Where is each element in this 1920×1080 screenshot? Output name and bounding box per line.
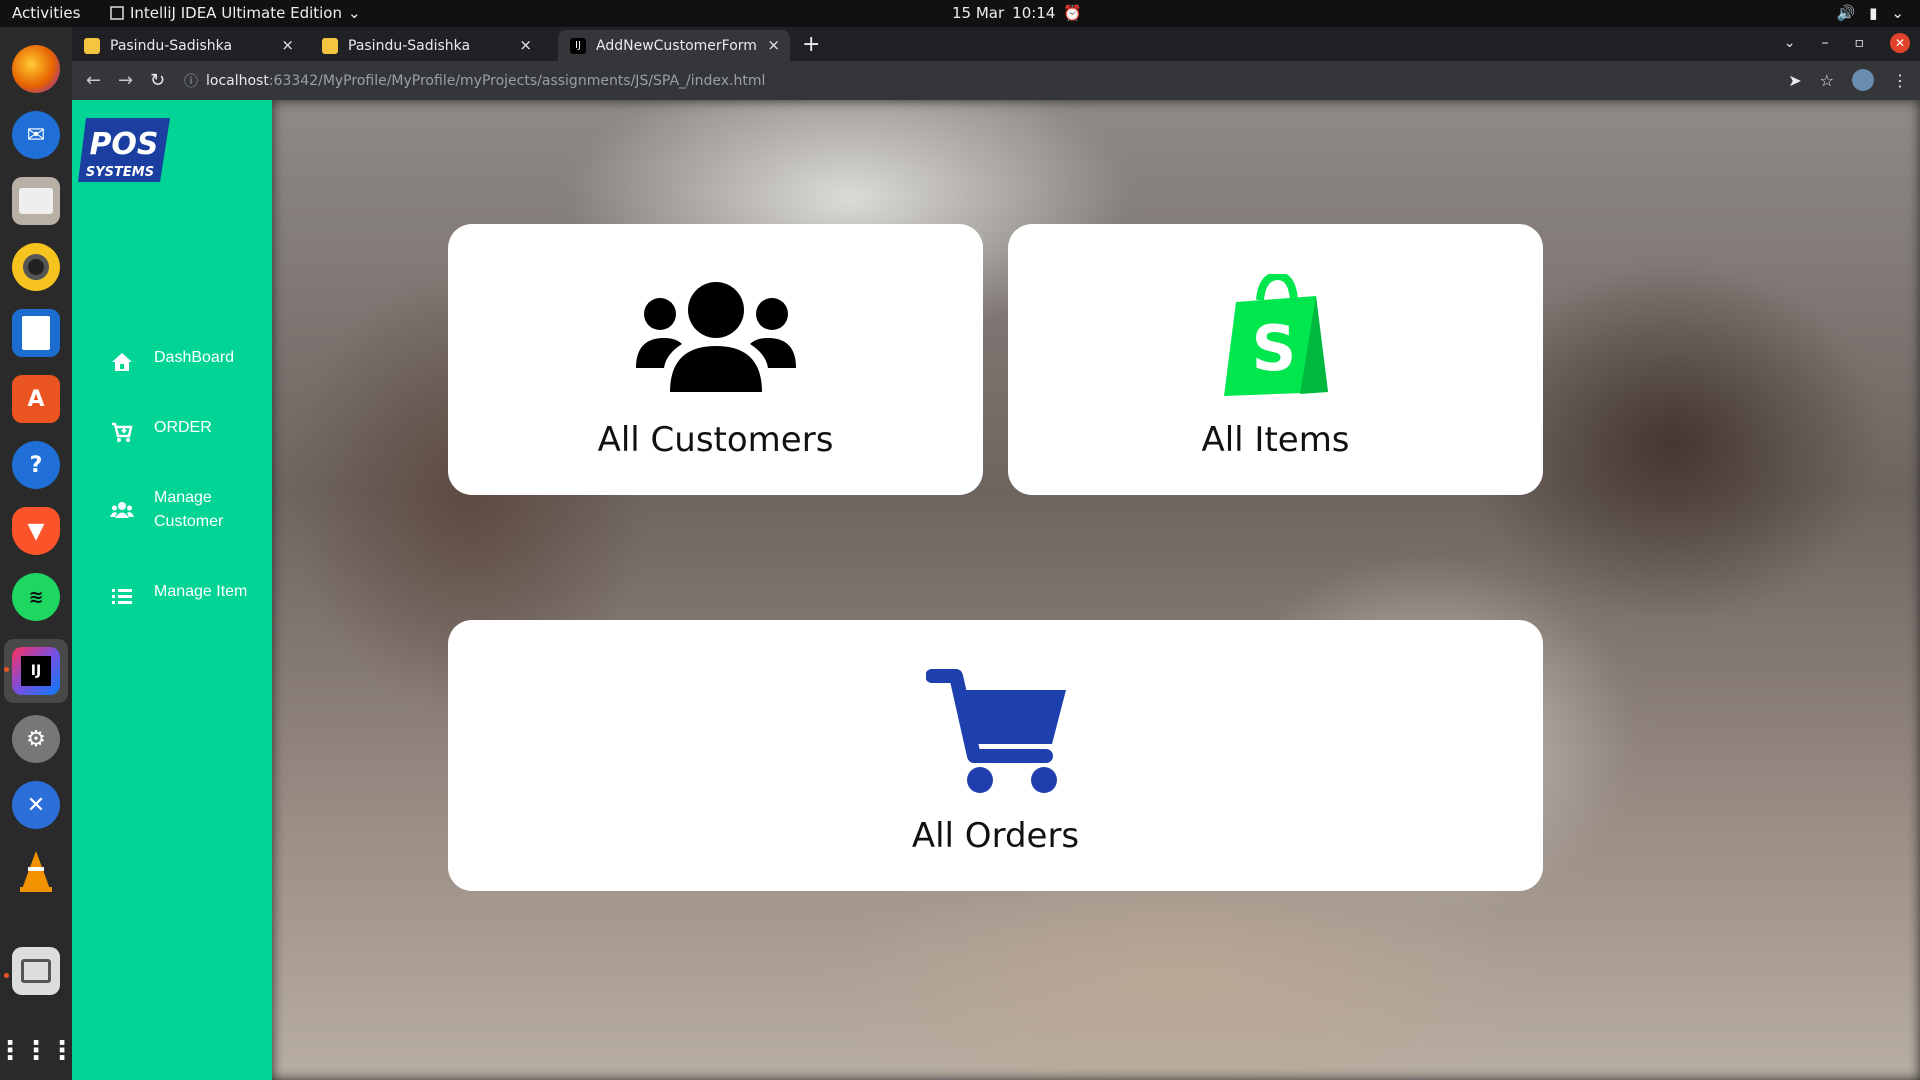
browser-toolbar: ← → ↻ ⓘ localhost :63342/MyProfile/MyPro…	[72, 61, 1920, 100]
settings-gear-icon[interactable]: ⚙	[12, 715, 60, 763]
label-line: Manage	[154, 489, 212, 506]
app-name: IntelliJ IDEA Ultimate Edition	[130, 4, 342, 22]
browser-tab-active[interactable]: IJ AddNewCustomerForm ×	[558, 30, 790, 61]
svg-text:SYSTEMS: SYSTEMS	[86, 165, 154, 180]
time: 10:14	[1012, 4, 1056, 22]
users-icon	[110, 502, 134, 518]
all-items-card[interactable]: S All Items	[1008, 224, 1543, 495]
intellij-icon[interactable]: IJ	[12, 647, 60, 695]
battery-icon: ▮	[1869, 4, 1878, 22]
rhythmbox-icon[interactable]	[12, 243, 60, 291]
sidebar: POS SYSTEMS DashBoard ORDER Manage Custo…	[72, 100, 272, 1080]
sidebar-item-label: DashBoard	[154, 349, 235, 366]
back-arrow-icon[interactable]: ←	[86, 70, 101, 91]
running-indicator	[4, 973, 9, 978]
svg-text:S: S	[1252, 312, 1297, 385]
cart-plus-icon	[112, 422, 133, 442]
browser-tab[interactable]: Pasindu-Sadishka ×	[72, 30, 304, 61]
url-path: :63342/MyProfile/MyProfile/myProjects/as…	[268, 72, 766, 89]
tab-title: Pasindu-Sadishka	[110, 37, 233, 54]
sidebar-item-label: Manage Customer	[154, 486, 223, 534]
github-avatar-icon	[84, 37, 100, 54]
bookmark-star-icon[interactable]: ☆	[1820, 71, 1834, 90]
chevron-down-icon: ⌄	[348, 4, 361, 22]
dock: ✉ A ? ▼ ≋ IJ ⚙ ✕ ⋮⋮⋮	[0, 27, 75, 1080]
close-icon[interactable]: ×	[281, 36, 294, 54]
card-title: All Orders	[911, 816, 1080, 856]
sidebar-item-manage-customer[interactable]: Manage Customer	[110, 486, 223, 534]
forward-arrow-icon[interactable]: →	[118, 70, 133, 91]
firefox-icon[interactable]	[12, 45, 60, 93]
sidebar-item-dashboard[interactable]: DashBoard	[110, 346, 234, 374]
web-page: POS SYSTEMS DashBoard ORDER Manage Custo…	[72, 100, 1920, 1080]
browser-chrome: Pasindu-Sadishka × Pasindu-Sadishka × IJ…	[72, 27, 1920, 100]
app-menu[interactable]: IntelliJ IDEA Ultimate Edition ⌄	[110, 4, 361, 22]
vlc-icon[interactable]	[12, 847, 60, 895]
info-icon[interactable]: ⓘ	[184, 71, 198, 91]
alarm-icon: ⏰	[1063, 4, 1083, 22]
maximize-button[interactable]: ▫	[1855, 35, 1865, 51]
new-tab-button[interactable]: +	[802, 32, 820, 57]
url-host: localhost	[206, 72, 269, 89]
card-title: All Items	[1201, 420, 1350, 460]
files-icon[interactable]	[12, 177, 60, 225]
thunderbird-icon[interactable]: ✉	[12, 111, 60, 159]
spotify-icon[interactable]: ≋	[12, 573, 60, 621]
github-avatar-icon	[322, 37, 338, 54]
all-customers-card[interactable]: All Customers	[448, 224, 983, 495]
brave-icon[interactable]: ▼	[12, 507, 60, 555]
close-window-button[interactable]: ✕	[1890, 33, 1910, 53]
tab-strip: Pasindu-Sadishka × Pasindu-Sadishka × IJ…	[72, 27, 1920, 61]
show-apps-grid-icon[interactable]: ⋮⋮⋮	[0, 1027, 75, 1075]
eclipse-tool-icon[interactable]: ✕	[12, 781, 60, 829]
svg-text:POS: POS	[89, 127, 158, 162]
shopify-bag-icon: S	[1224, 274, 1328, 396]
sidebar-item-manage-item[interactable]: Manage Item	[110, 580, 247, 608]
sidebar-item-label: Manage Item	[154, 583, 248, 600]
list-icon	[112, 589, 132, 604]
tab-search-icon[interactable]: ⌄	[1784, 35, 1796, 51]
document-viewer-icon[interactable]	[12, 947, 60, 995]
address-bar[interactable]: ⓘ localhost :63342/MyProfile/MyProfile/m…	[184, 66, 1864, 95]
chevron-down-icon: ⌄	[1891, 4, 1904, 22]
users-icon	[636, 282, 796, 392]
running-indicator	[4, 667, 9, 672]
system-tray[interactable]: 🔊 ▮ ⌄	[1836, 4, 1904, 22]
activities-button[interactable]: Activities	[12, 4, 80, 22]
all-orders-card[interactable]: All Orders	[448, 620, 1543, 891]
card-title: All Customers	[597, 420, 834, 460]
send-icon[interactable]: ➤	[1788, 71, 1801, 90]
minimize-button[interactable]: –	[1822, 35, 1829, 51]
intellij-icon	[110, 6, 124, 20]
help-icon[interactable]: ?	[12, 441, 60, 489]
profile-avatar[interactable]	[1852, 69, 1874, 91]
home-icon	[112, 353, 132, 371]
intellij-favicon-icon: IJ	[570, 37, 586, 54]
tab-title: Pasindu-Sadishka	[348, 37, 471, 54]
clock[interactable]: 15 Mar 10:14 ⏰	[952, 4, 1082, 22]
close-icon[interactable]: ×	[519, 36, 532, 54]
window-controls: ⌄ – ▫ ✕	[1784, 33, 1910, 53]
software-center-icon[interactable]: A	[12, 375, 60, 423]
writer-icon[interactable]	[12, 309, 60, 357]
reload-icon[interactable]: ↻	[150, 70, 165, 91]
close-icon[interactable]: ×	[767, 36, 780, 54]
toolbar-actions: ➤ ☆ ⋮	[1788, 69, 1908, 91]
shopping-cart-icon	[926, 669, 1066, 793]
volume-icon: 🔊	[1836, 4, 1856, 22]
sidebar-item-label: ORDER	[154, 419, 212, 436]
pos-systems-logo: POS SYSTEMS	[78, 118, 170, 182]
system-top-bar: Activities IntelliJ IDEA Ultimate Editio…	[0, 0, 1920, 27]
sidebar-item-order[interactable]: ORDER	[110, 416, 212, 444]
browser-tab[interactable]: Pasindu-Sadishka ×	[310, 30, 542, 61]
tab-title: AddNewCustomerForm	[596, 37, 757, 54]
label-line: Customer	[154, 513, 224, 530]
date: 15 Mar	[952, 4, 1005, 22]
kebab-menu-icon[interactable]: ⋮	[1892, 71, 1908, 90]
